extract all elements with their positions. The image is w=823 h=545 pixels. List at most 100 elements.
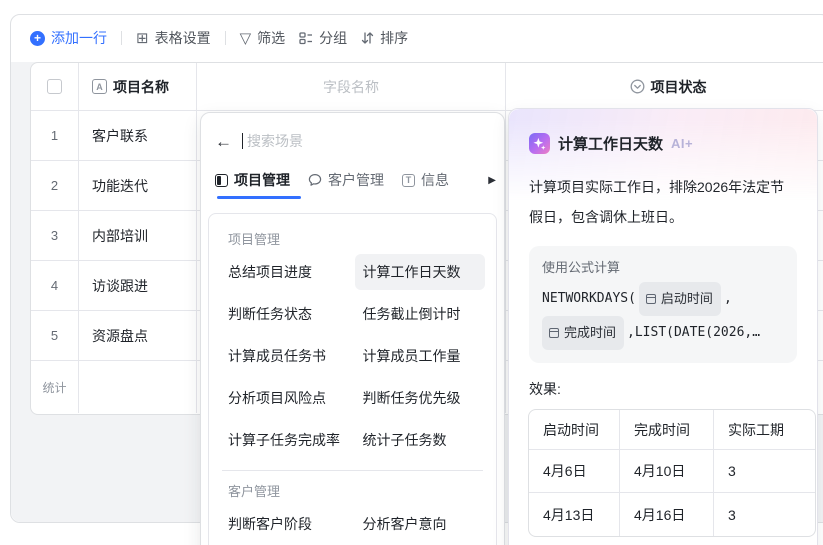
project-name-cell[interactable]: 功能迭代: [92, 176, 148, 196]
field-name-placeholder: 字段名称: [323, 78, 379, 95]
tab-customer-management[interactable]: 客户管理: [308, 170, 384, 190]
field-pill-label: 完成时间: [564, 325, 617, 340]
scene-item[interactable]: 判断任务优先级: [355, 380, 486, 416]
formula-comma: ,: [723, 291, 732, 306]
sort-button[interactable]: 排序: [361, 28, 408, 48]
scene-search-row: ←: [215, 121, 490, 161]
row-number: 3: [50, 228, 59, 243]
active-tab-underline: [217, 196, 301, 199]
result-header: 完成时间: [620, 410, 714, 450]
calendar-icon: [549, 328, 559, 338]
formula-line-2: 完成时间 ,LIST(DATE(2026,…: [542, 316, 784, 350]
project-name-cell[interactable]: 资源盘点: [92, 326, 148, 346]
scene-item[interactable]: 分析客户意向: [355, 506, 486, 542]
add-row-button[interactable]: + 添加一行: [30, 28, 107, 48]
column-label-project-status: 项目状态: [650, 78, 707, 95]
row-number: 2: [50, 178, 59, 193]
column-header-project-name[interactable]: A 项目名称: [79, 63, 197, 110]
scene-list: 项目管理 总结项目进度 计算工作日天数 判断任务状态 任务截止倒计时 计算成员任…: [208, 213, 497, 545]
scene-item[interactable]: 任务截止倒计时: [355, 296, 486, 332]
toolbar: + 添加一行 ⊞ 表格设置 ▽ 筛选 分组 排序: [30, 24, 408, 52]
scene-item[interactable]: 计算成员任务书: [220, 338, 351, 374]
plus-circle-icon: +: [30, 30, 45, 46]
tab-project-management[interactable]: 项目管理: [215, 170, 290, 190]
project-name-cell[interactable]: 内部培训: [92, 226, 148, 246]
ai-plus-badge: AI+: [671, 136, 694, 151]
back-arrow-icon[interactable]: ←: [215, 133, 232, 150]
scene-item[interactable]: 判断任务状态: [220, 296, 351, 332]
ai-scene-detail-panel: 计算工作日天数 AI+ 计算项目实际工作日，排除2026年法定节假日，包含调休上…: [508, 108, 818, 545]
text-tag-icon: T: [402, 173, 415, 187]
select-field-icon: [630, 79, 644, 94]
scene-item[interactable]: 判断客户阶段: [220, 506, 351, 542]
tabs-scroll-right-icon[interactable]: ▶: [488, 175, 496, 186]
formula-label: 使用公式计算: [542, 260, 621, 275]
formula-tail: ,LIST(DATE(2026,…: [627, 325, 761, 340]
scene-item[interactable]: 计算成员工作量: [355, 338, 486, 374]
filter-label: 筛选: [257, 30, 286, 46]
calendar-icon: [645, 294, 656, 304]
project-name-cell[interactable]: 访谈跟进: [92, 276, 148, 296]
add-row-label: 添加一行: [51, 30, 107, 46]
group-icon: [299, 32, 313, 45]
toolbar-divider: [121, 31, 122, 45]
filter-button[interactable]: ▽ 筛选: [240, 28, 286, 48]
text-field-icon: A: [92, 79, 107, 94]
row-number: 5: [50, 328, 59, 343]
tab-information[interactable]: T 信息: [402, 170, 449, 190]
row-number: 4: [50, 278, 59, 293]
scene-tabs: 项目管理 客户管理 T 信息 ▶: [215, 163, 496, 199]
scene-grid-customer: 判断客户阶段 分析客户意向: [220, 506, 485, 542]
ai-panel-header: 计算工作日天数 AI+: [509, 109, 817, 154]
scene-search-input[interactable]: [247, 133, 490, 149]
stats-label: 统计: [42, 380, 67, 395]
effect-label: 效果:: [529, 381, 561, 397]
formula-function: NETWORKDAYS(: [542, 291, 636, 306]
section-label-customer: 客户管理: [228, 484, 281, 499]
result-cell: 4月6日: [529, 450, 620, 493]
tab-label: 项目管理: [234, 172, 290, 188]
tab-label: 信息: [421, 172, 449, 188]
scene-item[interactable]: 计算子任务完成率: [220, 422, 351, 458]
scene-grid-project: 总结项目进度 计算工作日天数 判断任务状态 任务截止倒计时 计算成员任务书 计算…: [220, 254, 485, 458]
tab-label: 客户管理: [328, 172, 384, 188]
formula-line-1: NETWORKDAYS( 启动时间 ,: [542, 282, 784, 316]
row-number: 1: [50, 128, 59, 143]
scene-picker-panel: ← 项目管理 客户管理 T 信息 ▶ 项目管理: [200, 112, 505, 545]
field-pill-start-time[interactable]: 启动时间: [638, 282, 721, 316]
result-table: 启动时间 完成时间 实际工期 4月6日 4月10日 3 4月13日 4月16日 …: [528, 409, 816, 537]
chat-bubble-icon: [308, 174, 322, 186]
result-cell: 3: [714, 450, 815, 493]
project-name-cell[interactable]: 客户联系: [92, 126, 148, 146]
column-label-project-name: 项目名称: [113, 78, 169, 95]
result-cell: 3: [728, 506, 736, 523]
formula-box: 使用公式计算 NETWORKDAYS( 启动时间 , 完成时间 ,LIST(DA…: [529, 246, 797, 363]
group-label: 分组: [319, 30, 348, 46]
field-pill-finish-time[interactable]: 完成时间: [542, 316, 625, 350]
toolbar-divider: [224, 31, 226, 45]
sort-label: 排序: [380, 30, 409, 46]
result-cell: 4月16日: [620, 493, 714, 536]
scene-item[interactable]: 分析项目风险点: [220, 380, 351, 416]
result-header: 实际工期: [714, 410, 815, 450]
table-settings-label: 表格设置: [154, 30, 211, 46]
sort-icon: [361, 32, 374, 44]
select-all-checkbox[interactable]: [47, 79, 62, 94]
scene-item[interactable]: 总结项目进度: [220, 254, 351, 290]
grid-header-row: A 项目名称 字段名称 项目状态: [31, 63, 823, 111]
table-settings-button[interactable]: ⊞ 表格设置: [136, 28, 211, 48]
scene-item-selected[interactable]: 计算工作日天数: [354, 254, 485, 290]
scene-item[interactable]: 统计子任务数: [355, 422, 486, 458]
table-grid-icon: ⊞: [136, 29, 149, 47]
field-pill-label: 启动时间: [660, 291, 713, 306]
group-button[interactable]: 分组: [299, 28, 347, 48]
ai-scene-title: 计算工作日天数: [558, 136, 664, 153]
kanban-icon: [215, 173, 228, 187]
select-all-cell: [31, 63, 79, 110]
section-divider: [222, 470, 483, 471]
result-cell: 4月10日: [620, 450, 714, 493]
column-header-field-name[interactable]: 字段名称: [197, 63, 506, 110]
ai-sparkle-icon: [529, 133, 550, 154]
result-header: 启动时间: [529, 410, 620, 450]
column-header-project-status[interactable]: 项目状态: [506, 63, 823, 110]
